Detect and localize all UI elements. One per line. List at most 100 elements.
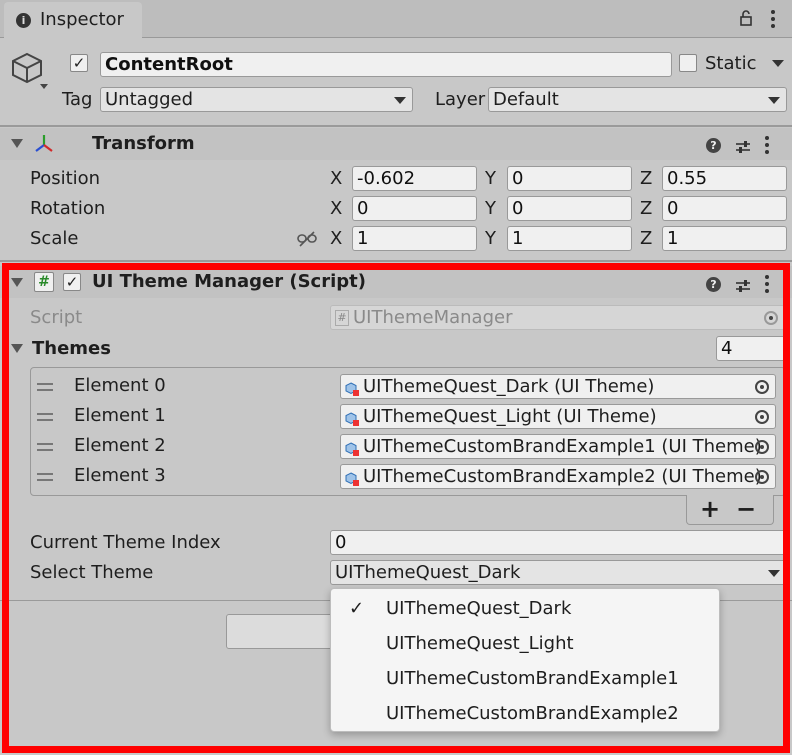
tag-dropdown[interactable]: Untagged — [100, 87, 413, 112]
tab-title: Inspector — [40, 9, 124, 30]
script-field: # UIThemeManager — [330, 305, 785, 330]
rotation-y-field[interactable]: 0 — [507, 196, 632, 221]
themes-label[interactable]: Themes — [32, 337, 111, 361]
drag-handle-icon[interactable] — [37, 473, 53, 485]
help-icon[interactable]: ? — [706, 276, 721, 292]
position-y-label[interactable]: Y — [485, 167, 496, 191]
script-component-header[interactable]: # ✓ UI Theme Manager (Script) ? — [0, 266, 792, 298]
gameobject-icon[interactable] — [10, 50, 50, 90]
presets-icon[interactable] — [735, 138, 751, 153]
scale-z-label[interactable]: Z — [640, 227, 652, 251]
menu-item-label: UIThemeQuest_Dark — [386, 598, 572, 619]
select-theme-value: UIThemeQuest_Dark — [335, 562, 521, 583]
menu-item-uithemecustombrandexample1[interactable]: UIThemeCustomBrandExample1 — [331, 661, 719, 696]
themes-foldout-arrow-icon[interactable] — [11, 344, 23, 353]
ui-theme-asset-icon — [345, 469, 359, 486]
help-icon[interactable]: ? — [706, 137, 721, 153]
select-theme-dropdown[interactable]: UIThemeQuest_Dark — [330, 560, 787, 585]
select-theme-menu: ✓ UIThemeQuest_Dark UIThemeQuest_Light U… — [330, 588, 720, 732]
position-x-label[interactable]: X — [330, 167, 342, 191]
chevron-down-icon — [768, 97, 780, 104]
script-hash-icon: # — [34, 272, 54, 292]
add-element-button[interactable]: + — [697, 495, 723, 523]
scale-x-label[interactable]: X — [330, 227, 342, 251]
layer-value: Default — [493, 89, 559, 110]
script-label: Script — [30, 307, 83, 328]
component-menu-icon[interactable] — [765, 136, 769, 154]
select-theme-label: Select Theme — [30, 562, 154, 583]
drag-handle-icon[interactable] — [37, 413, 53, 425]
object-picker-icon[interactable] — [755, 470, 769, 484]
current-theme-index-field[interactable]: 0 — [330, 530, 788, 555]
drag-handle-icon[interactable] — [37, 443, 53, 455]
rotation-z-label[interactable]: Z — [640, 197, 652, 221]
scale-y-label[interactable]: Y — [485, 227, 496, 251]
transform-icon — [33, 133, 55, 155]
layer-dropdown[interactable]: Default — [488, 87, 787, 112]
object-picker-icon[interactable] — [755, 440, 769, 454]
divider — [0, 260, 792, 262]
element-label: Element 1 — [74, 405, 166, 426]
transform-header[interactable]: Transform ? — [0, 128, 792, 160]
name-field[interactable]: ContentRoot — [100, 52, 672, 77]
ui-theme-asset-icon — [345, 439, 359, 456]
current-theme-index-label: Current Theme Index — [30, 532, 221, 553]
element-0-field[interactable]: UIThemeQuest_Dark (UI Theme) — [340, 374, 776, 399]
presets-icon[interactable] — [735, 277, 751, 292]
object-picker-icon[interactable] — [755, 410, 769, 424]
tag-label: Tag — [62, 89, 93, 110]
object-picker-icon — [764, 311, 778, 325]
ui-theme-asset-icon — [345, 379, 359, 396]
drag-handle-icon[interactable] — [37, 383, 53, 395]
element-1-field[interactable]: UIThemeQuest_Light (UI Theme) — [340, 404, 776, 429]
transform-title: Transform — [92, 133, 195, 154]
rotation-x-field[interactable]: 0 — [352, 196, 477, 221]
menu-item-uithemequest-light[interactable]: UIThemeQuest_Light — [331, 626, 719, 661]
menu-item-label: UIThemeQuest_Light — [386, 633, 574, 654]
rotation-z-field[interactable]: 0 — [662, 196, 787, 221]
menu-item-label: UIThemeCustomBrandExample1 — [386, 668, 679, 689]
element-label: Element 0 — [74, 375, 166, 396]
scale-label: Scale — [30, 228, 79, 249]
layer-label: Layer — [435, 89, 486, 110]
element-value: UIThemeCustomBrandExample2 (UI Theme) — [363, 466, 762, 487]
foldout-arrow-icon[interactable] — [11, 139, 23, 148]
menu-item-uithemecustombrandexample2[interactable]: UIThemeCustomBrandExample2 — [331, 696, 719, 731]
static-label: Static — [705, 53, 757, 74]
position-z-label[interactable]: Z — [640, 167, 652, 191]
divider — [0, 125, 792, 127]
foldout-arrow-icon[interactable] — [11, 278, 23, 287]
position-y-field[interactable]: 0 — [507, 166, 632, 191]
element-3-field[interactable]: UIThemeCustomBrandExample2 (UI Theme) — [340, 464, 776, 489]
position-x-field[interactable]: -0.602 — [352, 166, 477, 191]
element-2-field[interactable]: UIThemeCustomBrandExample1 (UI Theme) — [340, 434, 776, 459]
scale-z-field[interactable]: 1 — [662, 226, 787, 251]
object-picker-icon[interactable] — [755, 380, 769, 394]
element-value: UIThemeCustomBrandExample1 (UI Theme) — [363, 436, 762, 457]
tab-menu-icon[interactable] — [771, 10, 775, 28]
tag-value: Untagged — [105, 89, 194, 110]
active-checkbox[interactable]: ✓ — [70, 54, 88, 72]
constrain-proportions-icon[interactable] — [296, 230, 318, 248]
menu-item-label: UIThemeCustomBrandExample2 — [386, 703, 679, 724]
chevron-down-icon — [394, 97, 406, 104]
rotation-x-label[interactable]: X — [330, 197, 342, 221]
scale-y-field[interactable]: 1 — [507, 226, 632, 251]
lock-icon[interactable] — [738, 10, 754, 26]
static-dropdown-icon[interactable] — [772, 60, 784, 67]
position-z-field[interactable]: 0.55 — [662, 166, 787, 191]
element-label: Element 3 — [74, 465, 166, 486]
menu-item-uithemequest-dark[interactable]: ✓ UIThemeQuest_Dark — [331, 591, 719, 626]
script-value: UIThemeManager — [353, 307, 513, 328]
themes-count-field[interactable]: 4 — [716, 336, 788, 361]
rotation-label: Rotation — [30, 198, 106, 219]
rotation-y-label[interactable]: Y — [485, 197, 496, 221]
scale-x-field[interactable]: 1 — [352, 226, 477, 251]
component-enabled-checkbox[interactable]: ✓ — [63, 273, 81, 291]
remove-element-button[interactable]: − — [733, 495, 759, 523]
tab-inspector[interactable]: i Inspector — [4, 2, 142, 39]
component-menu-icon[interactable] — [765, 275, 769, 293]
chevron-down-icon — [768, 570, 780, 577]
element-label: Element 2 — [74, 435, 166, 456]
static-checkbox[interactable] — [679, 54, 697, 72]
